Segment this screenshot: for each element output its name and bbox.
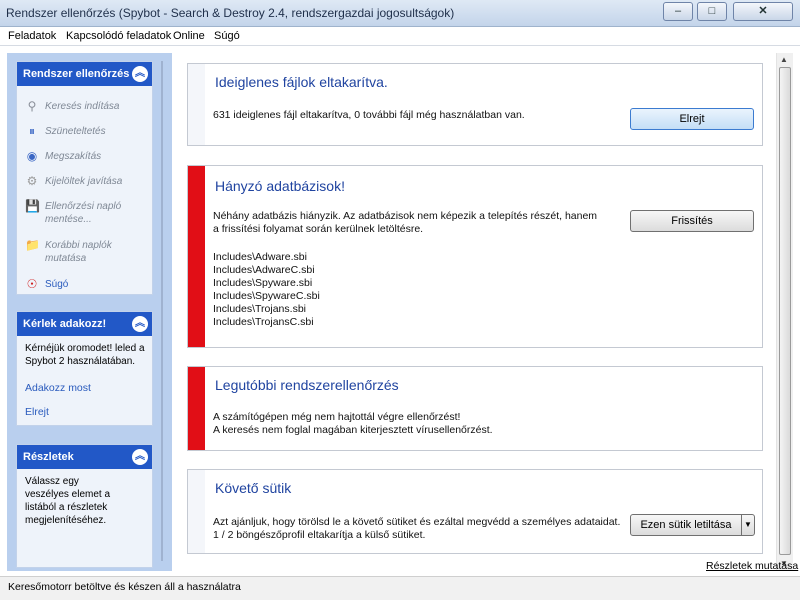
panel-system-scan: Rendszer ellenőrzés ︽ ⚲ Keresés indítása… — [16, 61, 153, 295]
panel-details-title: Részletek — [23, 451, 74, 463]
list-item: Includes\SpywareC.sbi — [213, 290, 320, 302]
card-missing-databases-title: Hányzó adatbázisok! — [215, 178, 345, 194]
status-text: Keresőmotorr betöltve és készen áll a ha… — [8, 581, 241, 593]
hide-button[interactable]: Elrejt — [630, 108, 754, 130]
menu-kapcsolodo-feladatok[interactable]: Kapcsolódó feladatok — [66, 30, 171, 42]
card-tracking-cookies-line2: 1 / 2 böngészőprofil eltakarítja a külső… — [213, 529, 426, 541]
card-temp-files: Ideiglenes fájlok eltakarítva. 631 ideig… — [187, 63, 763, 146]
card-tracking-cookies-title: Követő sütik — [215, 480, 292, 496]
stop-icon: ◉ — [26, 149, 38, 163]
title-bar: Rendszer ellenőrzés (Spybot - Search & D… — [0, 0, 800, 27]
list-item: Includes\AdwareC.sbi — [213, 264, 315, 276]
panel-donate-header[interactable]: Kérlek adakozz! ︽ — [17, 312, 152, 336]
card-last-scan: Legutóbbi rendszerellenőrzés A számítógé… — [187, 366, 763, 451]
show-details-link[interactable]: Részletek mutatása — [706, 560, 798, 572]
panel-system-scan-header[interactable]: Rendszer ellenőrzés ︽ — [17, 62, 152, 86]
chevron-up-icon[interactable]: ︽ — [132, 449, 148, 465]
update-button[interactable]: Frissítés — [630, 210, 754, 232]
sidebar-scrollbar[interactable] — [158, 61, 168, 563]
maximize-button[interactable]: □ — [697, 2, 727, 21]
card-tracking-cookies: Követő sütik Azt ajánljuk, hogy törölsd … — [187, 469, 763, 554]
panel-details: Részletek ︽ Válassz egy veszélyes elemet… — [16, 444, 153, 568]
card-missing-databases: Hányzó adatbázisok! Néhány adatbázis hiá… — [187, 165, 763, 348]
panel-system-scan-title: Rendszer ellenőrzés — [23, 68, 130, 80]
status-bar: Keresőmotorr betöltve és készen áll a ha… — [0, 576, 800, 600]
main-scrollbar[interactable]: ▲ ▼ — [776, 53, 793, 571]
scroll-thumb[interactable] — [779, 67, 791, 555]
sidebar: Rendszer ellenőrzés ︽ ⚲ Keresés indítása… — [7, 53, 172, 571]
minimize-button[interactable]: – — [663, 2, 693, 21]
chevron-up-icon[interactable]: ︽ — [132, 316, 148, 332]
card-tracking-cookies-line1: Azt ajánljuk, hogy törölsd le a követő s… — [213, 516, 621, 528]
main-content: Ideiglenes fájlok eltakarítva. 631 ideig… — [174, 53, 776, 571]
save-icon: 💾 — [25, 199, 40, 213]
card-last-scan-title: Legutóbbi rendszerellenőrzés — [215, 377, 399, 393]
chevron-up-icon[interactable]: ︽ — [132, 66, 148, 82]
block-cookies-button[interactable]: Ezen sütik letiltása — [630, 514, 742, 536]
card-temp-files-text: 631 ideiglenes fájl eltakarítva, 0 továb… — [213, 109, 525, 121]
list-item: Includes\Spyware.sbi — [213, 277, 313, 289]
scroll-up-icon[interactable]: ▲ — [780, 55, 788, 64]
menu-sugo[interactable]: Súgó — [214, 30, 240, 42]
menu-bar: Feladatok Kapcsolódó feladatok Online Sú… — [0, 27, 800, 46]
card-temp-files-title: Ideiglenes fájlok eltakarítva. — [215, 74, 388, 90]
card-last-scan-line1: A számítógépen még nem hajtottál végre e… — [213, 411, 461, 423]
file-list: Includes\Adware.sbi Includes\AdwareC.sbi… — [213, 251, 320, 329]
dropdown-arrow-icon[interactable]: ▼ — [741, 514, 755, 536]
card-last-scan-line2: A keresés nem foglal magában kiterjeszte… — [213, 424, 493, 436]
donate-text: Kérnéjük oromodet! leled a Spybot 2 hasz… — [25, 343, 145, 367]
panel-details-header[interactable]: Részletek ︽ — [17, 445, 152, 469]
window-title: Rendszer ellenőrzés (Spybot - Search & D… — [6, 6, 455, 20]
menu-online[interactable]: Online — [173, 30, 205, 42]
menu-feladatok[interactable]: Feladatok — [8, 30, 56, 42]
gear-fix-icon: ⚙ — [26, 174, 38, 188]
pause-icon: ⏸ — [28, 124, 35, 138]
magnifier-icon: ⚲ — [27, 99, 37, 113]
details-text: Válassz egy veszélyes elemet a listából … — [25, 476, 111, 526]
donate-now-link[interactable]: Adakozz most — [25, 382, 91, 394]
panel-donate-title: Kérlek adakozz! — [23, 318, 107, 330]
list-item: Includes\Trojans.sbi — [213, 303, 306, 315]
hide-donate-link[interactable]: Elrejt — [25, 406, 49, 418]
close-button[interactable]: ✕ — [733, 2, 793, 21]
list-item: Includes\TrojansC.sbi — [213, 316, 314, 328]
folder-icon: 📁 — [25, 238, 40, 252]
lifebuoy-icon: ☉ — [26, 277, 38, 291]
panel-donate: Kérlek adakozz! ︽ Kérnéjük oromodet! lel… — [16, 311, 153, 426]
list-item: Includes\Adware.sbi — [213, 251, 307, 263]
card-missing-databases-text: Néhány adatbázis hiányzik. Az adatbáziso… — [213, 210, 598, 235]
